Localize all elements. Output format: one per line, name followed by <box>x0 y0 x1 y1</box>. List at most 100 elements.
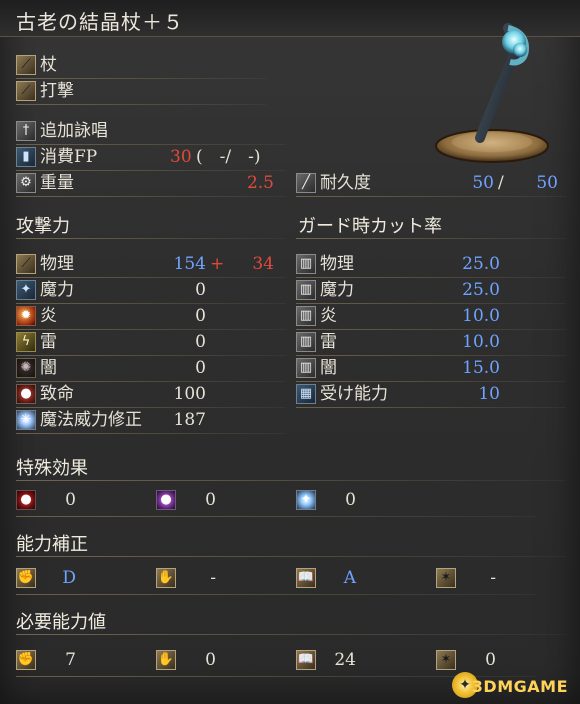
stability-icon: ▦ <box>296 384 316 404</box>
skill-icon: † <box>16 121 36 141</box>
divider <box>16 480 566 481</box>
attack-fire-label: 炎 <box>40 306 57 326</box>
physical-attack-icon: ⟋ <box>16 254 36 274</box>
magic-guard-icon: ▥ <box>296 280 316 300</box>
divider <box>16 196 286 197</box>
durability-current: 50 <box>472 173 494 193</box>
guard-fire-value: 10.0 <box>462 306 500 326</box>
spell-buff-icon: ✳ <box>16 410 36 430</box>
staff-category-icon: ⟋ <box>16 55 36 75</box>
fp-label: 消費FP <box>40 147 98 167</box>
poison-value: 0 <box>205 490 216 510</box>
divider <box>16 556 566 557</box>
dexterity-icon: ✋ <box>156 568 176 588</box>
dexterity-icon: ✋ <box>156 650 176 670</box>
attack-critical-label: 致命 <box>40 384 74 404</box>
requirement-dexterity-value: 0 <box>205 650 216 670</box>
requirement-intelligence-value: 24 <box>334 650 356 670</box>
critical-icon: ● <box>16 384 36 404</box>
divider <box>16 433 286 434</box>
divider <box>296 407 566 408</box>
poison-icon: ● <box>156 490 176 510</box>
spell-buff-value: 187 <box>173 410 206 430</box>
guard-fire-label: 炎 <box>320 306 337 326</box>
attack-lightning-value: 0 <box>195 332 206 352</box>
scaling-intelligence-value: A <box>343 568 356 588</box>
attack-physical-plus: + <box>210 254 225 274</box>
guard-lightning-value: 10.0 <box>462 332 500 352</box>
lightning-attack-icon: ϟ <box>16 332 36 352</box>
weight-value: 2.5 <box>246 173 274 193</box>
attack-physical-label: 物理 <box>40 254 74 274</box>
attack-critical-value: 100 <box>173 384 206 404</box>
weapon-type-label: 杖 <box>40 55 57 75</box>
requirement-strength-value: 7 <box>65 650 76 670</box>
strength-icon: ✊ <box>16 568 36 588</box>
guard-physical-label: 物理 <box>320 254 354 274</box>
attack-physical-value: 154 <box>173 254 206 274</box>
scaling-strength-value: D <box>62 568 76 588</box>
attack-lightning-label: 雷 <box>40 332 57 352</box>
strike-icon: ⟋ <box>16 81 36 101</box>
faith-icon: ✶ <box>436 568 456 588</box>
scaling-title: 能力補正 <box>16 534 88 555</box>
attack-fire-value: 0 <box>195 306 206 326</box>
durability-max: 50 <box>536 173 558 193</box>
fire-attack-icon: ✹ <box>16 306 36 326</box>
watermark: 3DMGAME <box>471 677 568 696</box>
fp-icon: ▮ <box>16 147 36 167</box>
attack-dark-label: 闇 <box>40 358 57 378</box>
divider <box>296 238 566 239</box>
durability-icon: ╱ <box>296 173 316 193</box>
guard-dark-label: 闇 <box>320 358 337 378</box>
spell-buff-label: 魔法威力修正 <box>40 410 142 430</box>
attack-magic-value: 0 <box>195 280 206 300</box>
skill-label: 追加詠唱 <box>40 121 108 141</box>
physical-guard-icon: ▥ <box>296 254 316 274</box>
guard-magic-label: 魔力 <box>320 280 354 300</box>
guard-lightning-label: 雷 <box>320 332 337 352</box>
weight-label: 重量 <box>40 173 74 193</box>
bleed-icon: ● <box>16 490 36 510</box>
fp-cost-value: 30 <box>170 147 192 167</box>
divider <box>16 594 536 595</box>
dark-attack-icon: ✺ <box>16 358 36 378</box>
frost-icon: ✦ <box>296 490 316 510</box>
divider <box>16 238 286 239</box>
crystal-staff-image <box>435 23 549 163</box>
fire-guard-icon: ▥ <box>296 306 316 326</box>
guard-stability-label: 受け能力 <box>320 384 388 404</box>
magic-attack-icon: ✦ <box>16 280 36 300</box>
divider <box>16 634 566 635</box>
attack-magic-label: 魔力 <box>40 280 74 300</box>
faith-icon: ✶ <box>436 650 456 670</box>
dark-guard-icon: ▥ <box>296 358 316 378</box>
attack-type-label: 打撃 <box>40 81 74 101</box>
special-effects-title: 特殊効果 <box>16 458 88 479</box>
weapon-title: 古老の結晶杖＋５ <box>16 10 184 34</box>
requirements-title: 必要能力値 <box>16 612 106 633</box>
guard-physical-value: 25.0 <box>462 254 500 274</box>
intelligence-icon: 📖 <box>296 650 316 670</box>
requirement-faith-value: 0 <box>485 650 496 670</box>
bleed-value: 0 <box>65 490 76 510</box>
guard-dark-value: 15.0 <box>462 358 500 378</box>
guard-stability-value: 10 <box>478 384 500 404</box>
divider <box>296 196 566 197</box>
weight-icon: ⚙ <box>16 173 36 193</box>
divider <box>16 104 266 105</box>
attack-dark-value: 0 <box>195 358 206 378</box>
divider <box>16 516 536 517</box>
strength-icon: ✊ <box>16 650 36 670</box>
scaling-faith-value: - <box>490 568 496 588</box>
intelligence-icon: 📖 <box>296 568 316 588</box>
guard-magic-value: 25.0 <box>462 280 500 300</box>
durability-sep: / <box>498 173 504 193</box>
fp-cost-rest: ( -/ -) <box>196 147 261 167</box>
attack-physical-bonus: 34 <box>252 254 274 274</box>
frost-value: 0 <box>345 490 356 510</box>
scaling-dexterity-value: - <box>210 568 216 588</box>
attack-section-title: 攻撃力 <box>16 216 70 237</box>
lightning-guard-icon: ▥ <box>296 332 316 352</box>
weapon-status-panel: 古老の結晶杖＋５ ⟋ 杖 ⟋ 打撃 † 追加詠唱 ▮ 消費FP 30 (-/ … <box>0 0 580 704</box>
